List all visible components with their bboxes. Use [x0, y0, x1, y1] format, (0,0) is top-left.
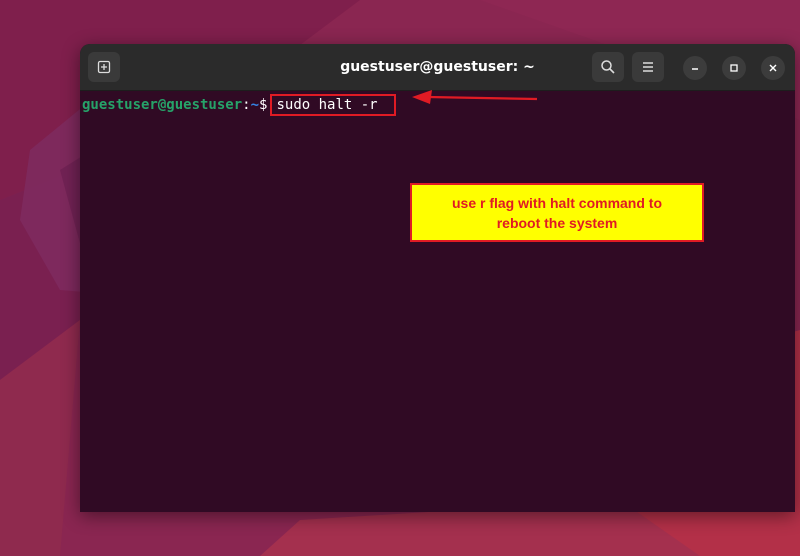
new-tab-button[interactable]: [88, 52, 120, 82]
minimize-icon: [692, 68, 698, 70]
terminal-output[interactable]: guestuser@guestuser:~$ sudo halt -r: [80, 90, 795, 512]
prompt-path: ~: [250, 97, 260, 113]
terminal-window[interactable]: guestuser@guestuser: ~ guestuser@guestus…: [80, 44, 795, 512]
hamburger-menu-icon: [643, 62, 653, 72]
prompt-symbol: $: [259, 97, 268, 113]
prompt-user: guestuser@guestuser: [82, 97, 243, 113]
search-icon: [601, 60, 615, 74]
title-bar[interactable]: guestuser@guestuser: ~: [80, 44, 795, 91]
minimize-button[interactable]: [683, 56, 707, 80]
command-line: guestuser@guestuser:~$ sudo halt -r: [82, 94, 396, 116]
command-text: sudo halt -r: [276, 97, 378, 113]
maximize-button[interactable]: [722, 56, 746, 80]
new-tab-icon: [97, 60, 111, 74]
annotation-text: use r flag with halt command to reboot t…: [451, 194, 663, 231]
close-icon: [769, 64, 777, 72]
annotation-callout: use r flag with halt command to reboot t…: [410, 183, 704, 242]
menu-button[interactable]: [632, 52, 664, 82]
prompt-colon: :: [242, 97, 251, 113]
close-button[interactable]: [761, 56, 785, 80]
search-button[interactable]: [592, 52, 624, 82]
command-highlight-box: sudo halt -r: [270, 94, 396, 116]
maximize-icon: [730, 64, 738, 72]
